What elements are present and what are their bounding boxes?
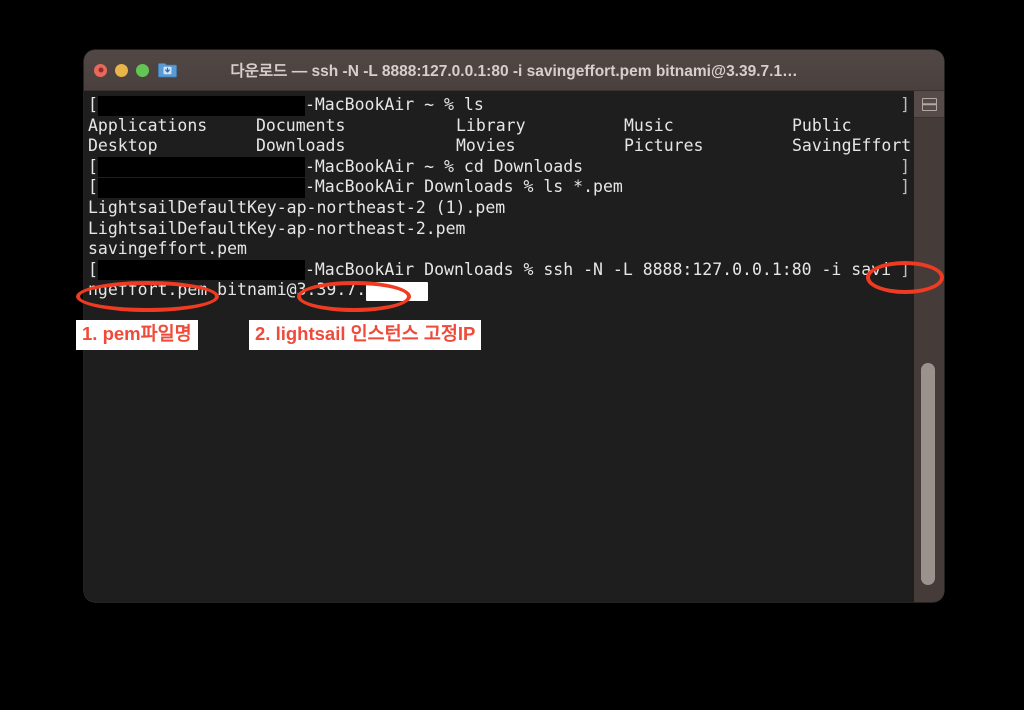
prompt-bracket-right: ] — [900, 177, 910, 197]
ls-column-item: Applications — [88, 115, 208, 135]
split-pane-icon[interactable] — [914, 91, 944, 118]
ls-column-item: Public — [792, 115, 852, 135]
ls-column-item: SavingEffort — [792, 136, 912, 156]
window-title: 다운로드 — ssh -N -L 8888:127.0.0.1:80 -i sa… — [230, 63, 798, 80]
terminal-window: 다운로드 — ssh -N -L 8888:127.0.0.1:80 -i sa… — [84, 50, 944, 602]
terminal-line-ls-output-row1: Applications Documents Library Music Pub… — [84, 116, 914, 137]
ls-column-item: Music — [624, 115, 674, 135]
callout-pem-filename: 1. pem파일명 — [76, 320, 198, 350]
ls-column-item: Library — [456, 115, 526, 135]
maximize-window-button[interactable] — [136, 63, 149, 77]
ls-column-item: Downloads — [256, 136, 346, 156]
callout-static-ip: 2. lightsail 인스턴스 고정IP — [249, 320, 482, 350]
ls-column-item: Documents — [256, 115, 346, 135]
close-window-button[interactable] — [94, 63, 107, 77]
prompt-bracket-right: ] — [900, 95, 910, 114]
ls-column-item: Movies — [456, 136, 516, 156]
prompt-bracket-right: ] — [900, 156, 910, 176]
terminal-line-lspem-prompt: [ -MacBookAir Downloads % ls *.pem] — [84, 177, 914, 198]
terminal-line-pem-file: LightsailDefaultKey-ap-northeast-2.pem — [88, 218, 466, 238]
terminal-text-area[interactable]: [ -MacBookAir ~ % ls] Applications Docume… — [84, 91, 914, 602]
traffic-light-group — [94, 63, 149, 77]
terminal-line-ls-output-row2: Desktop Downloads Movies Pictures Saving… — [84, 136, 914, 157]
terminal-line-cd-prompt: [ -MacBookAir ~ % cd Downloads] — [84, 157, 914, 178]
terminal-scrollbar-thumb[interactable] — [921, 363, 935, 585]
terminal-body[interactable]: [ -MacBookAir ~ % ls] Applications Docume… — [84, 91, 944, 602]
ls-column-item: Desktop — [88, 136, 158, 156]
prompt-bracket-left: [ — [88, 177, 98, 197]
prompt-bracket-left: [ — [88, 156, 98, 176]
prompt-bracket-left: [ — [88, 259, 98, 279]
redacted-ip-octet — [366, 281, 429, 301]
terminal-line-text: -MacBookAir Downloads % ls *.pem — [304, 177, 623, 197]
redacted-hostname — [97, 260, 305, 281]
prompt-bracket-right: ] — [900, 259, 910, 279]
terminal-line-text: -MacBookAir ~ % ls — [304, 95, 484, 114]
redacted-hostname — [97, 157, 305, 178]
terminal-line-pem-file: LightsailDefaultKey-ap-northeast-2 (1).p… — [88, 197, 506, 217]
terminal-line-text: -MacBookAir ~ % cd Downloads — [304, 156, 584, 176]
window-title-bar[interactable]: 다운로드 — ssh -N -L 8888:127.0.0.1:80 -i sa… — [84, 50, 944, 91]
minimize-window-button[interactable] — [115, 63, 128, 77]
terminal-line-ssh-wrap: ngeffort.pem bitnami@3.39.7. — [84, 280, 914, 301]
terminal-line-text: -MacBookAir Downloads % ssh -N -L 8888:1… — [304, 259, 892, 279]
terminal-line-ssh-prompt: [ -MacBookAir Downloads % ssh -N -L 8888:… — [84, 260, 914, 281]
ls-column-item: Pictures — [624, 136, 704, 156]
redacted-hostname — [97, 95, 305, 116]
terminal-line-pem-file: savingeffort.pem — [88, 239, 247, 259]
folder-download-icon — [158, 62, 177, 78]
terminal-right-gutter — [914, 91, 944, 602]
terminal-line-text: ngeffort.pem bitnami@3.39.7. — [88, 280, 367, 300]
prompt-bracket-left: [ — [88, 95, 98, 114]
redacted-hostname — [97, 177, 305, 198]
terminal-line-ls-prompt: [ -MacBookAir ~ % ls] — [84, 95, 914, 116]
split-pane-glyph — [921, 97, 937, 111]
